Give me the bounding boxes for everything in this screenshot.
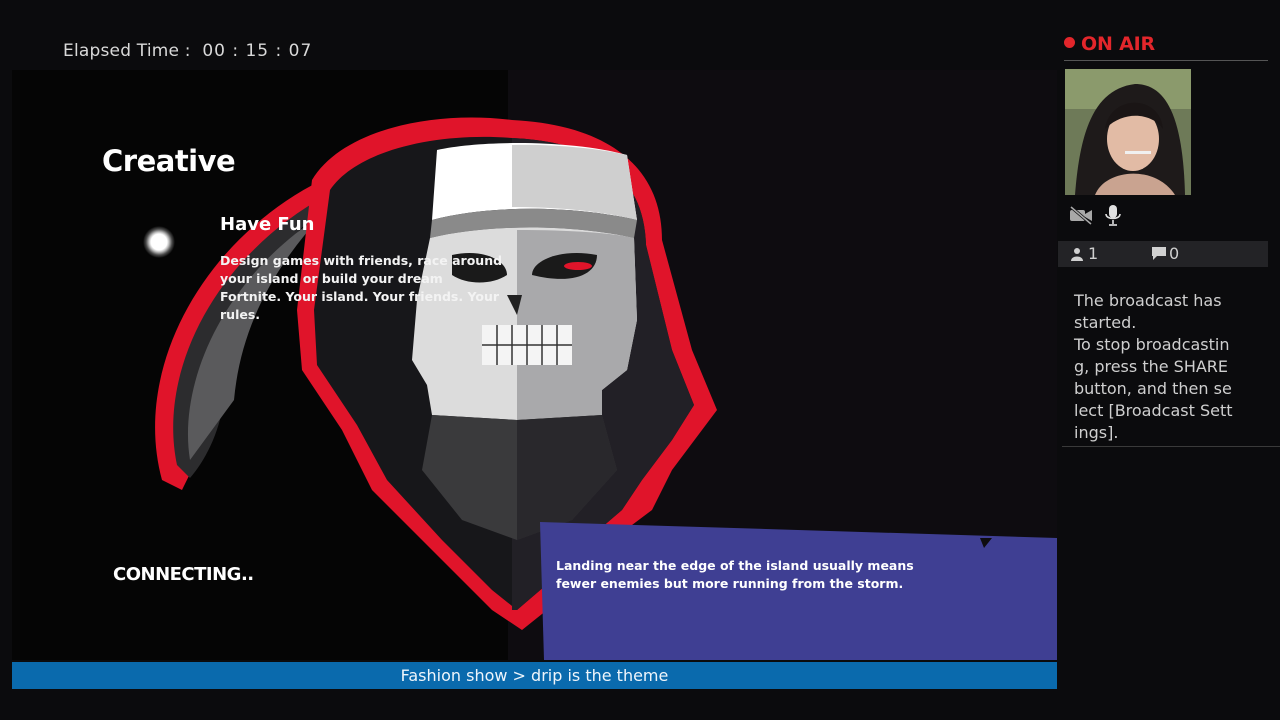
divider	[1064, 60, 1268, 61]
mode-description: Design games with friends, race around y…	[220, 253, 503, 322]
mode-category-title: Creative	[102, 144, 236, 178]
mode-select-radio[interactable]	[143, 226, 175, 258]
elapsed-label: Elapsed Time :	[63, 41, 191, 61]
broadcast-stats-bar: 1 0	[1058, 241, 1268, 267]
record-dot-icon	[1064, 37, 1075, 48]
on-air-label: ON AIR	[1081, 33, 1155, 55]
broadcaster-camera-feed	[1065, 69, 1191, 195]
viewer-icon	[1071, 248, 1083, 261]
on-air-indicator: ON AIR	[1064, 33, 1155, 55]
comment-icon	[1152, 247, 1166, 260]
mode-name: Have Fun	[220, 214, 315, 235]
microphone-icon	[1105, 205, 1121, 226]
ticker-banner: Fashion show > drip is the theme	[12, 662, 1057, 689]
viewer-count: 1	[1088, 244, 1099, 263]
avatar	[1065, 69, 1191, 195]
loading-tip: Landing near the edge of the island usua…	[556, 558, 914, 591]
elapsed-value: 00 : 15 : 07	[202, 41, 313, 61]
comment-count: 0	[1169, 244, 1180, 263]
elapsed-time: Elapsed Time : 00 : 15 : 07	[63, 41, 312, 61]
broadcast-message: The broadcast has started. To stop broad…	[1074, 291, 1233, 442]
game-screen: Creative Have Fun Design games with frie…	[12, 70, 1057, 660]
connection-status: CONNECTING..	[113, 564, 254, 585]
camera-off-icon	[1070, 205, 1092, 225]
divider	[1062, 446, 1280, 447]
